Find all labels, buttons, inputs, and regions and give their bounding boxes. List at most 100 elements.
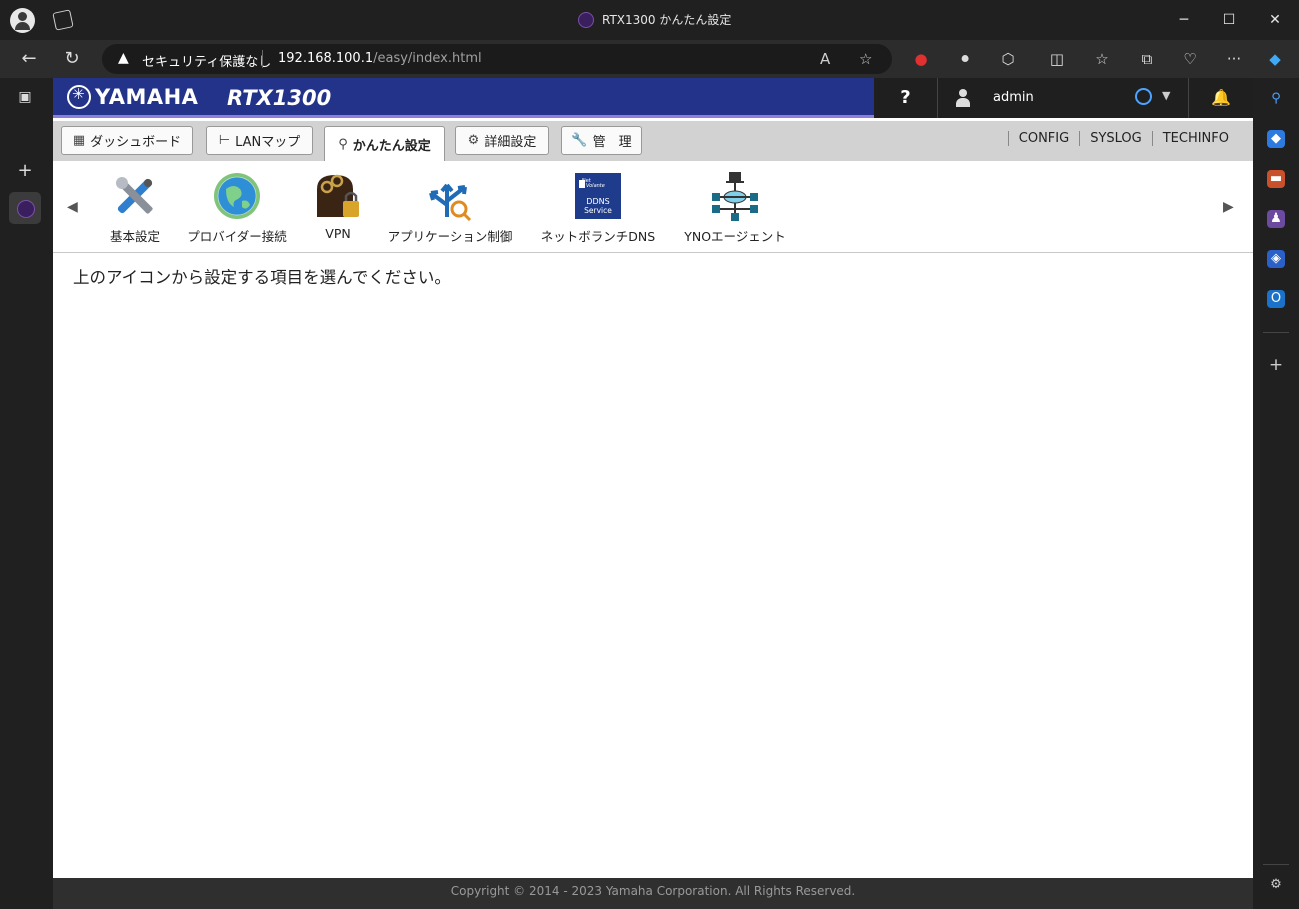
sidebar-divider bbox=[1263, 332, 1289, 333]
link-config[interactable]: CONFIG bbox=[1007, 131, 1079, 146]
tools-box-icon[interactable]: ▬ bbox=[1267, 170, 1285, 188]
new-tab-icon[interactable]: + bbox=[16, 162, 34, 180]
link-syslog[interactable]: SYSLOG bbox=[1079, 131, 1152, 146]
minimize-button[interactable]: ─ bbox=[1172, 8, 1196, 32]
ddns-badge-ddns: DDNS bbox=[586, 197, 609, 206]
browser-essentials-icon[interactable]: ♡ bbox=[1180, 49, 1200, 69]
ddns-badge-volante: Volante bbox=[586, 183, 605, 189]
shopping-tag-icon[interactable]: ◆ bbox=[1267, 130, 1285, 148]
dashboard-icon: ▦ bbox=[72, 133, 86, 148]
games-icon[interactable]: ♟ bbox=[1267, 210, 1285, 228]
globe-icon bbox=[212, 171, 262, 221]
notification-bell-icon[interactable]: 🔔 bbox=[1188, 78, 1253, 118]
ddns-badge-service: Service bbox=[584, 206, 612, 215]
window-title: RTX1300 かんたん設定 bbox=[578, 11, 731, 28]
tab-lan-map[interactable]: ⊢ LANマップ bbox=[206, 126, 313, 155]
url-host: 192.168.100.1 bbox=[278, 51, 374, 66]
add-sidebar-app-icon[interactable]: + bbox=[1267, 356, 1285, 374]
scroll-left-icon[interactable]: ◀ bbox=[67, 199, 78, 215]
category-netvolante-dns[interactable]: Net Volante DDNS Service ネットボランチDNS bbox=[537, 171, 659, 245]
user-name[interactable]: admin bbox=[993, 90, 1034, 105]
category-label: YNOエージェント bbox=[684, 229, 786, 244]
tab-advanced-settings-label: 詳細設定 bbox=[484, 135, 537, 150]
search-icon[interactable]: ⚲ bbox=[1267, 90, 1285, 108]
link-techinfo[interactable]: TECHINFO bbox=[1151, 131, 1239, 146]
main-menu: ▦ ダッシュボード ⊢ LANマップ ⚲ かんたん設定 ⚙ 詳細設定 🔧 管 理… bbox=[53, 121, 1253, 161]
tab-dashboard-label: ダッシュボード bbox=[90, 135, 182, 150]
category-label: プロバイダー接続 bbox=[187, 229, 287, 244]
sidebar-divider-bottom bbox=[1263, 864, 1289, 865]
category-basic-settings[interactable]: 基本設定 bbox=[108, 171, 162, 245]
copilot-app-icon[interactable]: ◈ bbox=[1267, 250, 1285, 268]
yamaha-tuning-fork-icon bbox=[67, 85, 91, 109]
vertical-tab-bar: ▣ + bbox=[0, 78, 52, 909]
wrench-icon: 🔧 bbox=[571, 133, 588, 148]
tab-advanced-settings[interactable]: ⚙ 詳細設定 bbox=[455, 126, 549, 155]
copilot-icon[interactable]: ◆ bbox=[1265, 49, 1285, 69]
tab-actions-icon[interactable]: ▣ bbox=[16, 88, 34, 106]
tab-management-label: 管 理 bbox=[592, 135, 632, 150]
router-header: YAMAHA RTX1300 ? admin ▼ 🔔 bbox=[53, 78, 1253, 118]
category-vpn[interactable]: VPN bbox=[313, 171, 363, 241]
gear-icon: ⚙ bbox=[467, 133, 480, 148]
tools-icon bbox=[110, 171, 160, 221]
category-yno-agent[interactable]: YNOエージェント bbox=[679, 171, 791, 245]
category-icon-bar: ◀ 基本設定 プロバイダー接続 VPN アプリケーション制御 Net Volan… bbox=[53, 161, 1253, 253]
category-application-control[interactable]: アプリケーション制御 bbox=[383, 171, 517, 245]
help-button[interactable]: ? bbox=[874, 78, 938, 118]
favorites-icon[interactable]: ☆ bbox=[1092, 49, 1112, 69]
window-title-text: RTX1300 かんたん設定 bbox=[602, 13, 732, 27]
split-screen-icon[interactable]: ◫ bbox=[1047, 49, 1067, 69]
address-separator bbox=[262, 50, 263, 68]
user-dropdown-icon[interactable]: ▼ bbox=[1162, 89, 1170, 102]
model-name: RTX1300 bbox=[227, 86, 332, 110]
router-web-page: YAMAHA RTX1300 ? admin ▼ 🔔 ▦ ダッシュボード ⊢ L… bbox=[53, 78, 1253, 909]
vpn-lock-icon bbox=[313, 171, 363, 221]
address-bar[interactable]: ▲ セキュリティ保護なし 192.168.100.1/easy/index.ht… bbox=[102, 44, 892, 74]
brand-text: YAMAHA bbox=[95, 85, 199, 109]
user-icon bbox=[956, 89, 970, 107]
url-text[interactable]: 192.168.100.1/easy/index.html bbox=[278, 51, 482, 66]
app-control-icon bbox=[425, 171, 475, 222]
yamaha-logo: YAMAHA bbox=[67, 85, 198, 109]
close-button[interactable]: ✕ bbox=[1263, 8, 1287, 32]
security-label[interactable]: セキュリティ保護なし bbox=[142, 51, 271, 70]
settings-gear-icon[interactable]: ⚙ bbox=[1267, 876, 1285, 894]
url-path: /easy/index.html bbox=[373, 51, 482, 66]
ddns-icon: Net Volante DDNS Service bbox=[573, 171, 623, 221]
tab-rtx1300[interactable] bbox=[9, 192, 41, 224]
record-extension-icon[interactable]: ● bbox=[911, 49, 931, 69]
utility-links: CONFIG SYSLOG TECHINFO bbox=[1007, 131, 1239, 146]
header-controls: ? admin ▼ 🔔 bbox=[874, 78, 1253, 118]
collections-icon[interactable]: ⧉ bbox=[1137, 49, 1157, 69]
refresh-button[interactable]: ↻ bbox=[60, 47, 84, 71]
instruction-message: 上のアイコンから設定する項目を選んでください。 bbox=[73, 268, 451, 287]
outlook-icon[interactable]: O bbox=[1267, 290, 1285, 308]
read-aloud-icon[interactable]: A bbox=[820, 50, 830, 68]
favorite-star-icon[interactable]: ☆ bbox=[859, 50, 872, 68]
extensions-icon[interactable]: ⬡ bbox=[998, 49, 1018, 69]
status-indicator-icon bbox=[1135, 88, 1152, 105]
tab-easy-setup-label: かんたん設定 bbox=[352, 138, 431, 154]
scroll-right-icon[interactable]: ▶ bbox=[1223, 199, 1234, 215]
category-label: VPN bbox=[325, 226, 351, 241]
tab-dashboard[interactable]: ▦ ダッシュボード bbox=[61, 126, 193, 155]
easy-setup-icon: ⚲ bbox=[338, 136, 348, 152]
workspaces-icon[interactable] bbox=[52, 9, 74, 31]
category-label: 基本設定 bbox=[109, 229, 160, 244]
more-menu-icon[interactable]: ··· bbox=[1224, 49, 1244, 69]
maximize-button[interactable]: ☐ bbox=[1217, 8, 1241, 32]
edge-sidebar: ⚲ ◆ ▬ ♟ ◈ O + ⚙ bbox=[1253, 78, 1299, 909]
browser-titlebar: RTX1300 かんたん設定 ─ ☐ ✕ bbox=[0, 0, 1299, 40]
category-provider-connection[interactable]: プロバイダー接続 bbox=[183, 171, 291, 245]
tab-management[interactable]: 🔧 管 理 bbox=[561, 126, 642, 155]
back-button[interactable]: ← bbox=[17, 47, 41, 71]
tab-easy-setup[interactable]: ⚲ かんたん設定 bbox=[324, 126, 445, 161]
profile-avatar[interactable] bbox=[10, 8, 35, 33]
extension-balls-icon[interactable]: ⚫ bbox=[955, 49, 975, 69]
category-label: アプリケーション制御 bbox=[387, 229, 513, 244]
category-label: ネットボランチDNS bbox=[540, 229, 656, 244]
tab-favicon-icon bbox=[578, 11, 594, 28]
tab-lan-map-label: LANマップ bbox=[235, 135, 301, 150]
network-agent-icon bbox=[710, 171, 760, 221]
